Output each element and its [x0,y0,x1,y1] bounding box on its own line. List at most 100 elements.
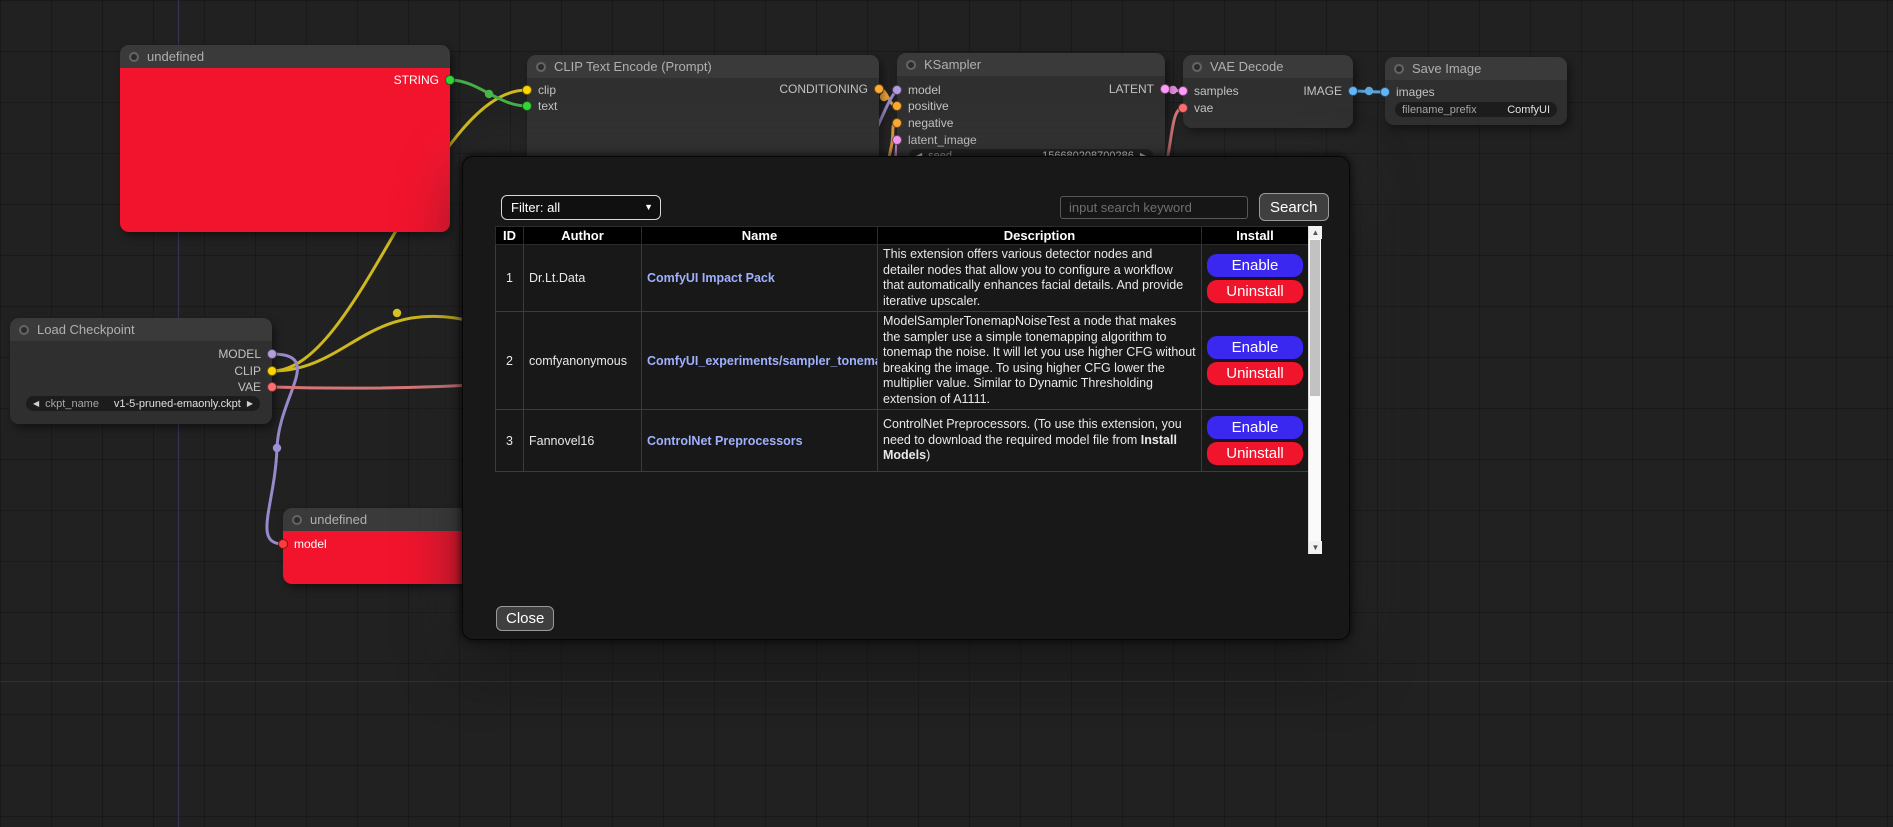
widget-label: filename_prefix [1402,104,1477,116]
link-midpoint-dot [273,444,281,452]
widget-value: v1-5-pruned-emaonly.ckpt [114,398,241,410]
collapse-icon[interactable] [129,52,139,62]
node-undefined-top[interactable]: undefined STRING [120,45,450,232]
node-title: Load Checkpoint [37,322,135,337]
node-title-bar[interactable]: Load Checkpoint [10,318,272,341]
samples-port-dot-icon[interactable] [1178,86,1188,96]
extension-name-link[interactable]: ComfyUI Impact Pack [647,271,775,285]
output-port-string[interactable]: STRING [394,73,455,87]
enable-button[interactable]: Enable [1207,416,1303,439]
string-port-dot-icon[interactable] [445,75,455,85]
output-port-latent[interactable]: LATENT [1109,82,1170,96]
extension-row: 1 Dr.Lt.Data ComfyUI Impact Pack This ex… [496,245,1309,312]
extension-author: Fannovel16 [524,410,642,472]
vae-port-dot-icon[interactable] [1178,103,1188,113]
extension-row: 2 comfyanonymous ComfyUI_experiments/sam… [496,312,1309,410]
enable-button[interactable]: Enable [1207,254,1303,277]
image-output-dot-icon[interactable] [1348,86,1358,96]
extension-name-link[interactable]: ComfyUI_experiments/sampler_tonemap [647,354,878,368]
filter-select-wrap: Filter: all ▼ [501,195,661,220]
collapse-icon[interactable] [1192,62,1202,72]
images-port-dot-icon[interactable] [1380,87,1390,97]
node-title-bar[interactable]: CLIP Text Encode (Prompt) [527,55,879,78]
port-label: model [908,83,941,97]
header-id: ID [496,227,524,245]
node-title: KSampler [924,57,981,72]
output-port-vae[interactable]: VAE [238,380,277,394]
extension-description: ControlNet Preprocessors. (To use this e… [878,410,1202,472]
widget-value: ComfyUI [1507,104,1550,116]
latent-port-dot-icon[interactable] [892,135,902,145]
node-title-bar[interactable]: VAE Decode [1183,55,1353,78]
filename-prefix-widget[interactable]: filename_prefix ComfyUI [1395,102,1557,117]
conditioning-port-dot-icon[interactable] [874,84,884,94]
uninstall-button[interactable]: Uninstall [1207,362,1303,385]
input-port-positive[interactable]: positive [892,99,949,113]
collapse-icon[interactable] [906,60,916,70]
table-header-row: ID Author Name Description Install [496,227,1309,245]
enable-button[interactable]: Enable [1207,336,1303,359]
input-port-clip[interactable]: clip [522,83,556,97]
input-port-text[interactable]: text [522,99,557,113]
collapse-icon[interactable] [19,325,29,335]
input-port-latent-image[interactable]: latent_image [892,133,977,147]
scroll-up-icon[interactable]: ▲ [1309,226,1322,239]
search-button[interactable]: Search [1259,193,1329,221]
model-port-dot-icon[interactable] [278,539,288,549]
input-port-vae[interactable]: vae [1178,101,1213,115]
header-install: Install [1202,227,1309,245]
scroll-down-icon[interactable]: ▼ [1309,541,1322,554]
node-title-bar[interactable]: undefined [120,45,450,68]
output-port-conditioning[interactable]: CONDITIONING [779,82,884,96]
text-port-dot-icon[interactable] [522,101,532,111]
extensions-table: ID Author Name Description Install 1 Dr.… [495,226,1309,472]
node-save-image[interactable]: Save Image images filename_prefix ComfyU… [1385,57,1567,125]
node-vae-decode[interactable]: VAE Decode samples vae IMAGE [1183,55,1353,128]
collapse-icon[interactable] [1394,64,1404,74]
extension-id: 2 [496,312,524,410]
extension-id: 1 [496,245,524,312]
latent-output-dot-icon[interactable] [1160,84,1170,94]
output-port-clip[interactable]: CLIP [234,364,277,378]
description-text: ControlNet Preprocessors. (To use this e… [883,417,1182,447]
port-label: IMAGE [1303,84,1342,98]
input-port-model[interactable]: model [278,537,327,551]
ckpt-name-widget[interactable]: ◀ ckpt_name v1-5-pruned-emaonly.ckpt ▶ [26,396,260,411]
node-title: Save Image [1412,61,1481,76]
close-button[interactable]: Close [496,606,554,631]
collapse-icon[interactable] [536,62,546,72]
positive-port-dot-icon[interactable] [892,101,902,111]
scrollbar-thumb[interactable] [1310,240,1320,396]
filter-select[interactable]: Filter: all [501,195,661,220]
header-author: Author [524,227,642,245]
link-midpoint-dot [485,90,493,98]
extension-actions: Enable Uninstall [1202,410,1309,472]
input-port-negative[interactable]: negative [892,116,953,130]
prev-arrow-icon[interactable]: ◀ [33,400,39,408]
input-port-samples[interactable]: samples [1178,84,1239,98]
extension-description: ModelSamplerTonemapNoiseTest a node that… [878,312,1202,410]
clip-port-dot-icon[interactable] [522,85,532,95]
next-arrow-icon[interactable]: ▶ [247,400,253,408]
link-midpoint-dot [1365,87,1373,95]
output-port-model[interactable]: MODEL [218,347,277,361]
table-scrollbar[interactable]: ▲ ▼ [1308,226,1321,554]
output-port-image[interactable]: IMAGE [1303,84,1358,98]
vae-output-dot-icon[interactable] [267,382,277,392]
clip-output-dot-icon[interactable] [267,366,277,376]
collapse-icon[interactable] [292,515,302,525]
input-port-images[interactable]: images [1380,85,1435,99]
negative-port-dot-icon[interactable] [892,118,902,128]
model-output-dot-icon[interactable] [267,349,277,359]
port-label: text [538,99,557,113]
search-input[interactable] [1060,196,1248,219]
extension-name-link[interactable]: ControlNet Preprocessors [647,434,803,448]
uninstall-button[interactable]: Uninstall [1207,442,1303,465]
input-port-model[interactable]: model [892,83,941,97]
node-load-checkpoint[interactable]: Load Checkpoint MODEL CLIP VAE ◀ ckpt_na… [10,318,272,424]
node-title-bar[interactable]: Save Image [1385,57,1567,80]
uninstall-button[interactable]: Uninstall [1207,280,1303,303]
model-port-dot-icon[interactable] [892,85,902,95]
node-title: undefined [310,512,367,527]
node-title-bar[interactable]: KSampler [897,53,1165,76]
